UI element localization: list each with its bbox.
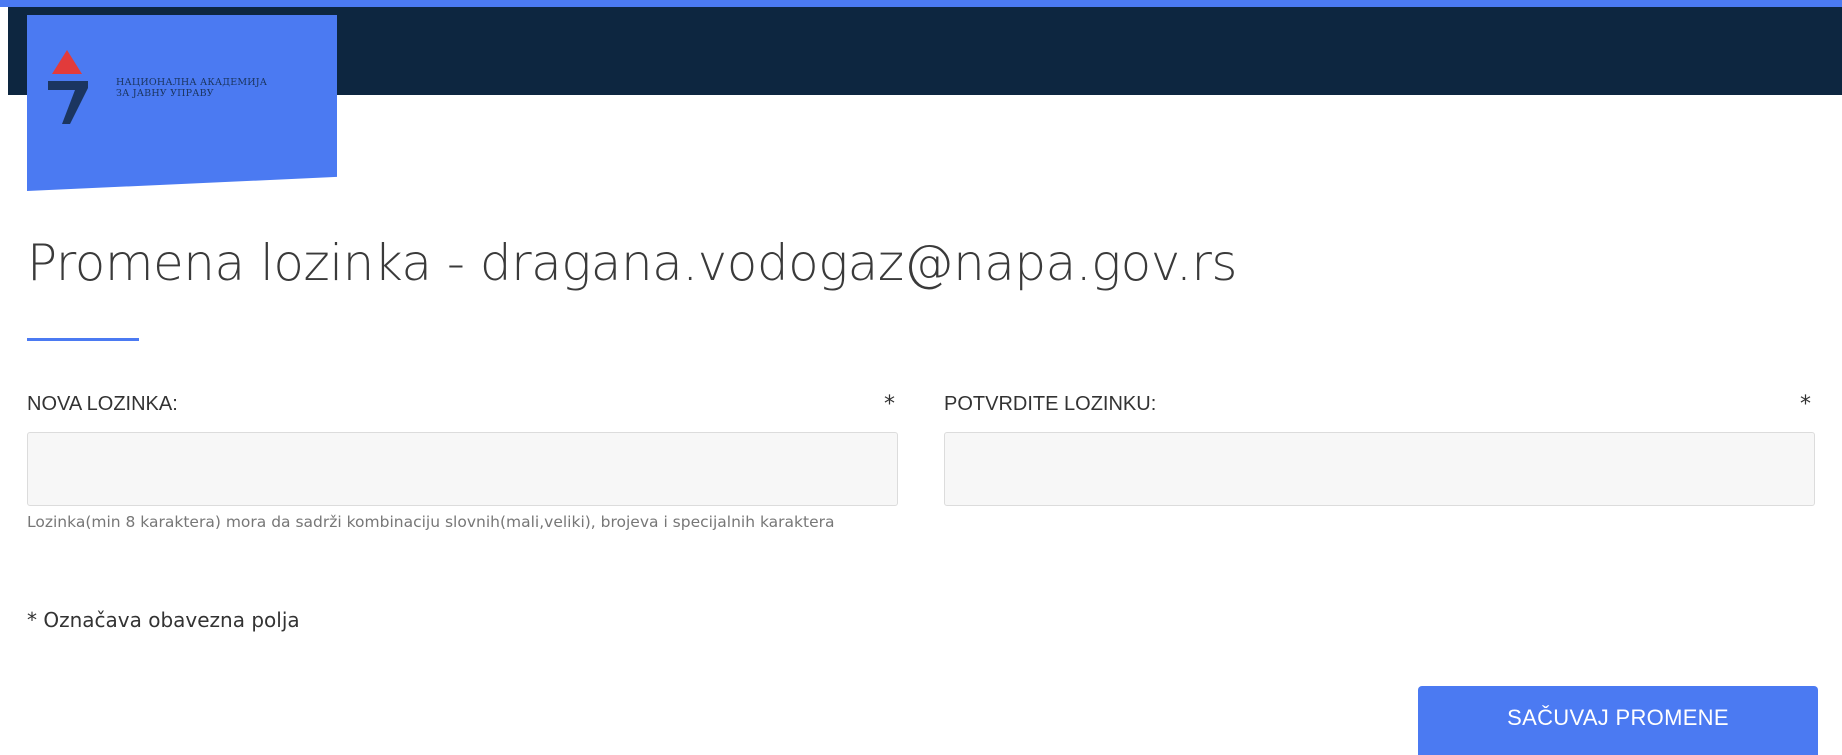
- logo-text-line2: ЗА ЈАВНУ УПРАВУ: [116, 88, 214, 99]
- confirm-password-label: POTVRDITE LOZINKU:: [944, 393, 1157, 415]
- logo-text-line1: НАЦИОНАЛНА АКАДЕМИЈА: [116, 77, 268, 88]
- confirm-password-required-mark: *: [1800, 392, 1811, 417]
- new-password-required-mark: *: [884, 392, 895, 417]
- confirm-password-input[interactable]: [944, 432, 1815, 506]
- top-accent-stripe: [0, 0, 1842, 7]
- required-fields-note: * Označava obavezna polja: [27, 608, 300, 632]
- title-underline: [27, 338, 139, 341]
- logo-text[interactable]: НАЦИОНАЛНА АКАДЕМИЈА ЗА ЈАВНУ УПРАВУ: [116, 77, 267, 99]
- password-hint: Lozinka(min 8 karaktera) mora da sadrži …: [27, 513, 835, 531]
- new-password-label: NOVA LOZINKA:: [27, 393, 178, 415]
- napa-logo-icon[interactable]: [44, 50, 90, 124]
- new-password-input[interactable]: [27, 432, 898, 506]
- save-changes-button[interactable]: SAČUVAJ PROMENE: [1418, 686, 1818, 755]
- page-title: Promena lozinka - dragana.vodogaz@napa.g…: [27, 234, 1237, 292]
